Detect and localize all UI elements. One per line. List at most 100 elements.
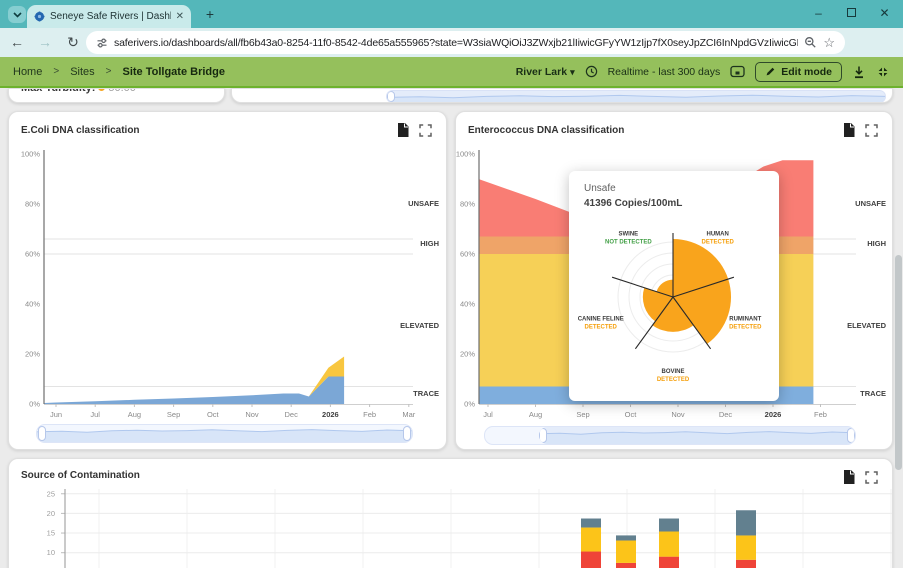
breadcrumb-separator: > <box>105 66 112 77</box>
svg-text:Jul: Jul <box>90 410 100 419</box>
range-handle-left[interactable] <box>387 91 395 102</box>
maximize-button[interactable] <box>835 0 868 28</box>
fit-screen-icon[interactable] <box>876 65 890 79</box>
time-range-label[interactable]: Realtime - last 300 days <box>608 66 721 78</box>
max-turbidity-text: Max Turbidity: 50.00 <box>21 88 136 94</box>
zoom-icon[interactable] <box>804 36 817 49</box>
svg-text:Dec: Dec <box>285 410 299 419</box>
svg-text:40%: 40% <box>25 300 40 309</box>
svg-text:20%: 20% <box>25 350 40 359</box>
svg-text:Feb: Feb <box>814 410 827 419</box>
range-handle-right[interactable] <box>847 428 855 443</box>
url-text[interactable]: saferivers.io/dashboards/all/fb6b43a0-82… <box>114 37 798 49</box>
browser-tab[interactable]: Seneye Safe Rivers | Dashboard ✕ <box>27 5 191 28</box>
svg-text:0%: 0% <box>464 400 475 409</box>
site-info-icon[interactable] <box>96 37 108 49</box>
svg-text:100%: 100% <box>21 150 41 159</box>
ecoli-range-selector[interactable] <box>36 424 413 443</box>
breadcrumb-home[interactable]: Home <box>13 66 42 78</box>
tooltip-level: Unsafe <box>584 183 616 194</box>
forward-button[interactable]: → <box>36 28 54 57</box>
svg-text:60%: 60% <box>460 250 475 259</box>
svg-text:HUMAN: HUMAN <box>706 232 728 238</box>
svg-text:20: 20 <box>47 509 55 518</box>
reload-button[interactable]: ↻ <box>64 28 82 57</box>
range-handle-left[interactable] <box>38 426 46 441</box>
svg-text:Dec: Dec <box>719 410 733 419</box>
svg-text:DETECTED: DETECTED <box>585 324 618 330</box>
address-bar[interactable]: saferivers.io/dashboards/all/fb6b43a0-82… <box>86 31 845 54</box>
tab-search-button[interactable] <box>8 6 26 23</box>
range-sparkline <box>387 94 885 102</box>
svg-text:Mar: Mar <box>402 410 415 419</box>
image-icon[interactable] <box>730 65 745 78</box>
range-handle-right[interactable] <box>403 426 411 441</box>
svg-text:Jun: Jun <box>50 410 62 419</box>
top-range-card <box>231 88 893 103</box>
svg-text:80%: 80% <box>25 200 40 209</box>
tooltip-value: 41396 Copies/100mL <box>584 198 683 209</box>
max-turbidity-label: Max Turbidity: <box>21 88 96 94</box>
breadcrumb-sites[interactable]: Sites <box>70 66 94 78</box>
svg-text:10: 10 <box>47 548 55 557</box>
close-button[interactable]: ✕ <box>868 0 901 28</box>
minimize-button[interactable]: – <box>802 0 835 28</box>
enterococcus-range-selector[interactable] <box>484 426 856 445</box>
back-button[interactable]: ← <box>8 28 26 57</box>
svg-text:Feb: Feb <box>363 410 376 419</box>
favicon-icon <box>34 11 45 22</box>
edit-mode-button[interactable]: Edit mode <box>755 61 842 82</box>
ecoli-area-chart[interactable]: 100% 80% 60% 40% 20% 0% Jun Jul Aug Sep Oct Nov Dec 2… <box>9 112 448 451</box>
source-stacked-bar-chart[interactable]: 25 20 15 10 <box>9 459 894 568</box>
new-tab-button[interactable]: + <box>201 5 219 23</box>
svg-text:Sep: Sep <box>576 410 589 419</box>
svg-text:25: 25 <box>47 489 55 498</box>
download-icon[interactable] <box>852 65 866 79</box>
svg-text:UNSAFE: UNSAFE <box>855 199 886 208</box>
browser-titlebar: Seneye Safe Rivers | Dashboard ✕ + – ✕ <box>0 0 903 28</box>
browser-toolbar: ← → ↻ saferivers.io/dashboards/all/fb6b4… <box>0 28 903 80</box>
svg-text:ELEVATED: ELEVATED <box>847 321 886 330</box>
svg-text:ELEVATED: ELEVATED <box>400 321 439 330</box>
svg-text:Nov: Nov <box>245 410 259 419</box>
svg-text:2026: 2026 <box>765 410 782 419</box>
svg-text:NOT DETECTED: NOT DETECTED <box>605 240 652 246</box>
svg-text:DETECTED: DETECTED <box>657 377 690 383</box>
svg-text:80%: 80% <box>460 200 475 209</box>
mini-range-selector[interactable] <box>386 90 886 102</box>
range-handle-left[interactable] <box>539 428 547 443</box>
dashboard-content: Max Turbidity: 50.00 E.Coli DNA classific… <box>0 88 903 568</box>
pencil-icon <box>766 67 775 76</box>
svg-text:HIGH: HIGH <box>420 239 439 248</box>
svg-text:UNSAFE: UNSAFE <box>408 199 439 208</box>
site-selector-dropdown[interactable]: River Lark ▾ <box>516 66 575 78</box>
svg-text:Oct: Oct <box>625 410 638 419</box>
clock-icon <box>585 65 597 78</box>
svg-text:Aug: Aug <box>529 410 542 419</box>
svg-text:Nov: Nov <box>671 410 685 419</box>
svg-text:TRACE: TRACE <box>860 389 886 398</box>
svg-text:40%: 40% <box>460 300 475 309</box>
svg-text:CANINE FELINE: CANINE FELINE <box>578 316 624 322</box>
svg-text:HIGH: HIGH <box>867 239 886 248</box>
scrollbar-thumb[interactable] <box>895 255 902 470</box>
svg-text:DETECTED: DETECTED <box>701 240 734 246</box>
browser-window: Seneye Safe Rivers | Dashboard ✕ + – ✕ ←… <box>0 0 903 568</box>
range-sparkline <box>539 431 854 444</box>
range-sparkline <box>37 429 412 442</box>
svg-text:2026: 2026 <box>322 410 339 419</box>
enterococcus-panel: Enterococcus DNA classification 100% 80% 6… <box>455 111 893 450</box>
breadcrumb-current: Site Tollgate Bridge <box>122 65 225 78</box>
max-turbidity-value: 50.00 <box>108 88 136 94</box>
svg-text:DETECTED: DETECTED <box>729 324 762 330</box>
source-radar-chart: SWINE NOT DETECTED HUMAN DETECTED RUMINANT DE… <box>578 232 762 383</box>
source-of-contamination-panel: Source of Contamination 25 20 15 10 <box>8 458 893 568</box>
svg-text:Sep: Sep <box>167 410 180 419</box>
svg-text:60%: 60% <box>25 250 40 259</box>
tab-close-icon[interactable]: ✕ <box>176 11 184 22</box>
svg-text:100%: 100% <box>456 150 475 159</box>
svg-text:TRACE: TRACE <box>413 389 439 398</box>
bookmark-star-icon[interactable]: ☆ <box>823 31 835 54</box>
tab-title: Seneye Safe Rivers | Dashboard <box>50 11 171 22</box>
svg-text:RUMINANT: RUMINANT <box>729 316 761 322</box>
